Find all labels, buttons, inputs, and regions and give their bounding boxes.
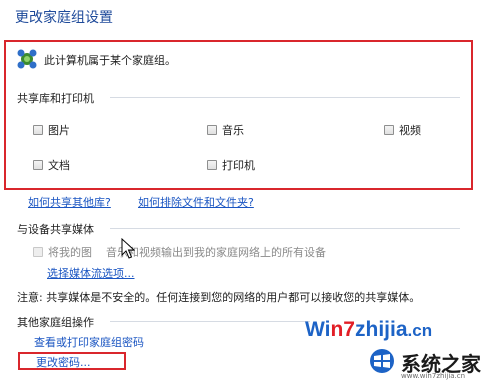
media-stream-prefix: 将我的图 [48,246,92,259]
homegroup-icon [16,48,38,73]
view-print-password-link[interactable]: 查看或打印家庭组密码 [34,334,144,350]
library-music-label: 音乐 [222,124,244,137]
media-stream-text: 音乐和视频输出到我的家庭网络上的所有设备 [106,246,326,259]
share-other-libraries-link[interactable]: 如何共享其他库? [28,194,111,210]
library-videos[interactable]: 视频 [384,122,421,138]
media-sharing-label: 与设备共享媒体 [17,223,94,236]
watermark-site-highlight: n7 [330,318,355,341]
homegroup-info: 此计算机属于某个家庭组。 [16,48,176,72]
other-actions-label: 其他家庭组操作 [17,316,94,329]
checkbox[interactable] [33,125,43,135]
checkbox[interactable] [207,125,217,135]
checkbox[interactable] [384,125,394,135]
checkbox[interactable] [33,247,43,257]
watermark-site-tld: .cn [407,321,433,340]
other-actions-divider [110,321,310,322]
homegroup-info-text: 此计算机属于某个家庭组。 [44,54,176,67]
library-pictures[interactable]: 图片 [33,122,70,138]
library-videos-label: 视频 [399,124,421,137]
library-printers-label: 打印机 [222,159,255,172]
exclude-files-link[interactable]: 如何排除文件和文件夹? [138,194,254,210]
library-music[interactable]: 音乐 [207,122,244,138]
media-security-note: 注意: 共享媒体是不安全的。任何连接到您的网络的用户都可以接收您的共享媒体。 [17,291,421,304]
mouse-cursor-icon [121,237,136,263]
checkbox[interactable] [207,160,217,170]
library-printers[interactable]: 打印机 [207,157,255,173]
library-documents[interactable]: 文档 [33,157,70,173]
share-libraries-label: 共享库和打印机 [17,92,94,105]
watermark-site-prefix: Wi [305,318,331,341]
media-stream-option[interactable]: 将我的图 音乐和视频输出到我的家庭网络上的所有设备 [33,244,326,260]
change-password-link[interactable]: 更改密码... [36,354,91,370]
checkbox[interactable] [33,160,43,170]
watermark: Win7zhijia.cn 系统之家 www.win7zhijia.cn [305,314,504,380]
page-title: 更改家庭组设置 [15,10,113,26]
share-libraries-divider [110,97,460,98]
library-documents-label: 文档 [48,159,70,172]
library-pictures-label: 图片 [48,124,70,137]
watermark-logo-icon [367,348,397,377]
watermark-site-rest: zhijia [355,318,408,341]
watermark-url: www.win7zhijia.cn [401,372,466,380]
media-stream-options-link[interactable]: 选择媒体流选项... [47,265,135,281]
media-sharing-divider [110,228,460,229]
